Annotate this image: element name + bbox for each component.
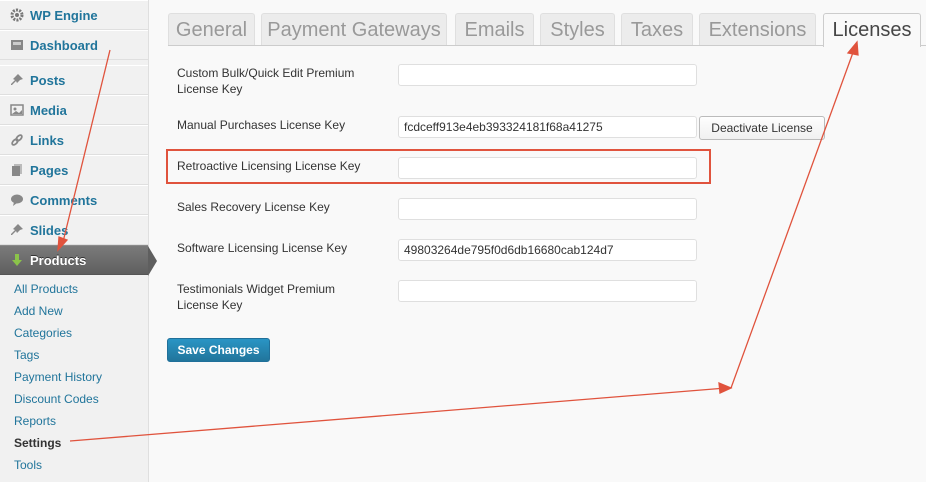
deactivate-license-button[interactable]: Deactivate License bbox=[699, 116, 825, 140]
sales-recovery-license-input[interactable] bbox=[398, 198, 697, 220]
tab-licenses[interactable]: Licenses bbox=[823, 13, 921, 47]
custom-bulk-edit-license-input[interactable] bbox=[398, 64, 697, 86]
manual-purchases-license-input[interactable] bbox=[398, 116, 697, 138]
manual-purchases-license-label: Manual Purchases License Key bbox=[177, 118, 346, 132]
software-licensing-license-input[interactable] bbox=[398, 239, 697, 261]
testimonials-widget-license-label: Testimonials Widget Premium License Key bbox=[177, 282, 336, 312]
admin-sidebar: WP Engine Dashboard Posts Media Links Pa… bbox=[0, 0, 157, 482]
save-changes-button[interactable]: Save Changes bbox=[167, 338, 270, 362]
menu-label: WP Engine bbox=[30, 7, 98, 23]
custom-bulk-edit-license-label: Custom Bulk/Quick Edit Premium License K… bbox=[177, 66, 355, 96]
pushpin-icon bbox=[9, 222, 25, 238]
annotation-arrow-settings-line bbox=[69, 387, 727, 442]
submenu-item-reports[interactable]: Reports bbox=[14, 414, 56, 428]
pages-icon bbox=[9, 162, 25, 178]
menu-item-pages[interactable]: Pages bbox=[0, 155, 148, 185]
submenu-item-payment-history[interactable]: Payment History bbox=[14, 370, 102, 384]
menu-label: Slides bbox=[30, 222, 69, 238]
download-arrow-icon bbox=[9, 252, 25, 268]
submenu-item-categories[interactable]: Categories bbox=[14, 326, 72, 340]
menu-label: Pages bbox=[30, 162, 69, 178]
submenu-item-tags[interactable]: Tags bbox=[14, 348, 39, 362]
menu-label: Media bbox=[30, 102, 67, 118]
media-icon bbox=[9, 102, 25, 118]
menu-item-links[interactable]: Links bbox=[0, 125, 148, 155]
tab-emails[interactable]: Emails bbox=[455, 13, 534, 45]
tab-extensions[interactable]: Extensions bbox=[699, 13, 816, 45]
menu-label: Links bbox=[30, 132, 64, 148]
annotation-arrow-to-licenses bbox=[730, 46, 856, 389]
menu-item-dashboard[interactable]: Dashboard bbox=[0, 30, 148, 60]
software-licensing-license-label: Software Licensing License Key bbox=[177, 241, 348, 255]
submenu-item-all-products[interactable]: All Products bbox=[14, 282, 78, 296]
menu-item-posts[interactable]: Posts bbox=[0, 65, 148, 95]
menu-label: Dashboard bbox=[30, 37, 98, 53]
submenu-item-discount-codes[interactable]: Discount Codes bbox=[14, 392, 99, 406]
menu-item-products[interactable]: Products bbox=[0, 245, 157, 276]
menu-item-comments[interactable]: Comments bbox=[0, 185, 148, 215]
testimonials-widget-license-input[interactable] bbox=[398, 280, 697, 302]
sales-recovery-license-label: Sales Recovery License Key bbox=[177, 200, 330, 214]
submenu-item-tools[interactable]: Tools bbox=[14, 458, 42, 472]
tab-general[interactable]: General bbox=[168, 13, 255, 45]
submenu-item-settings[interactable]: Settings bbox=[14, 436, 61, 450]
menu-item-media[interactable]: Media bbox=[0, 95, 148, 125]
menu-label: Comments bbox=[30, 192, 98, 208]
tab-taxes[interactable]: Taxes bbox=[621, 13, 693, 45]
menu-item-slides[interactable]: Slides bbox=[0, 215, 148, 245]
retroactive-licensing-license-input[interactable] bbox=[398, 157, 697, 179]
menu-item-wp-engine[interactable]: WP Engine bbox=[0, 0, 148, 30]
link-icon bbox=[9, 132, 25, 148]
annotation-arrowhead bbox=[718, 381, 733, 394]
submenu-item-add-new[interactable]: Add New bbox=[14, 304, 63, 318]
pushpin-icon bbox=[9, 72, 25, 88]
dashboard-icon bbox=[9, 37, 25, 53]
tab-styles[interactable]: Styles bbox=[540, 13, 615, 45]
menu-label: Posts bbox=[30, 72, 66, 88]
gear-icon bbox=[9, 7, 25, 23]
menu-label: Products bbox=[30, 252, 87, 268]
retroactive-licensing-license-label: Retroactive Licensing License Key bbox=[177, 159, 361, 173]
comment-icon bbox=[9, 192, 25, 208]
tab-payment-gateways[interactable]: Payment Gateways bbox=[261, 13, 447, 45]
